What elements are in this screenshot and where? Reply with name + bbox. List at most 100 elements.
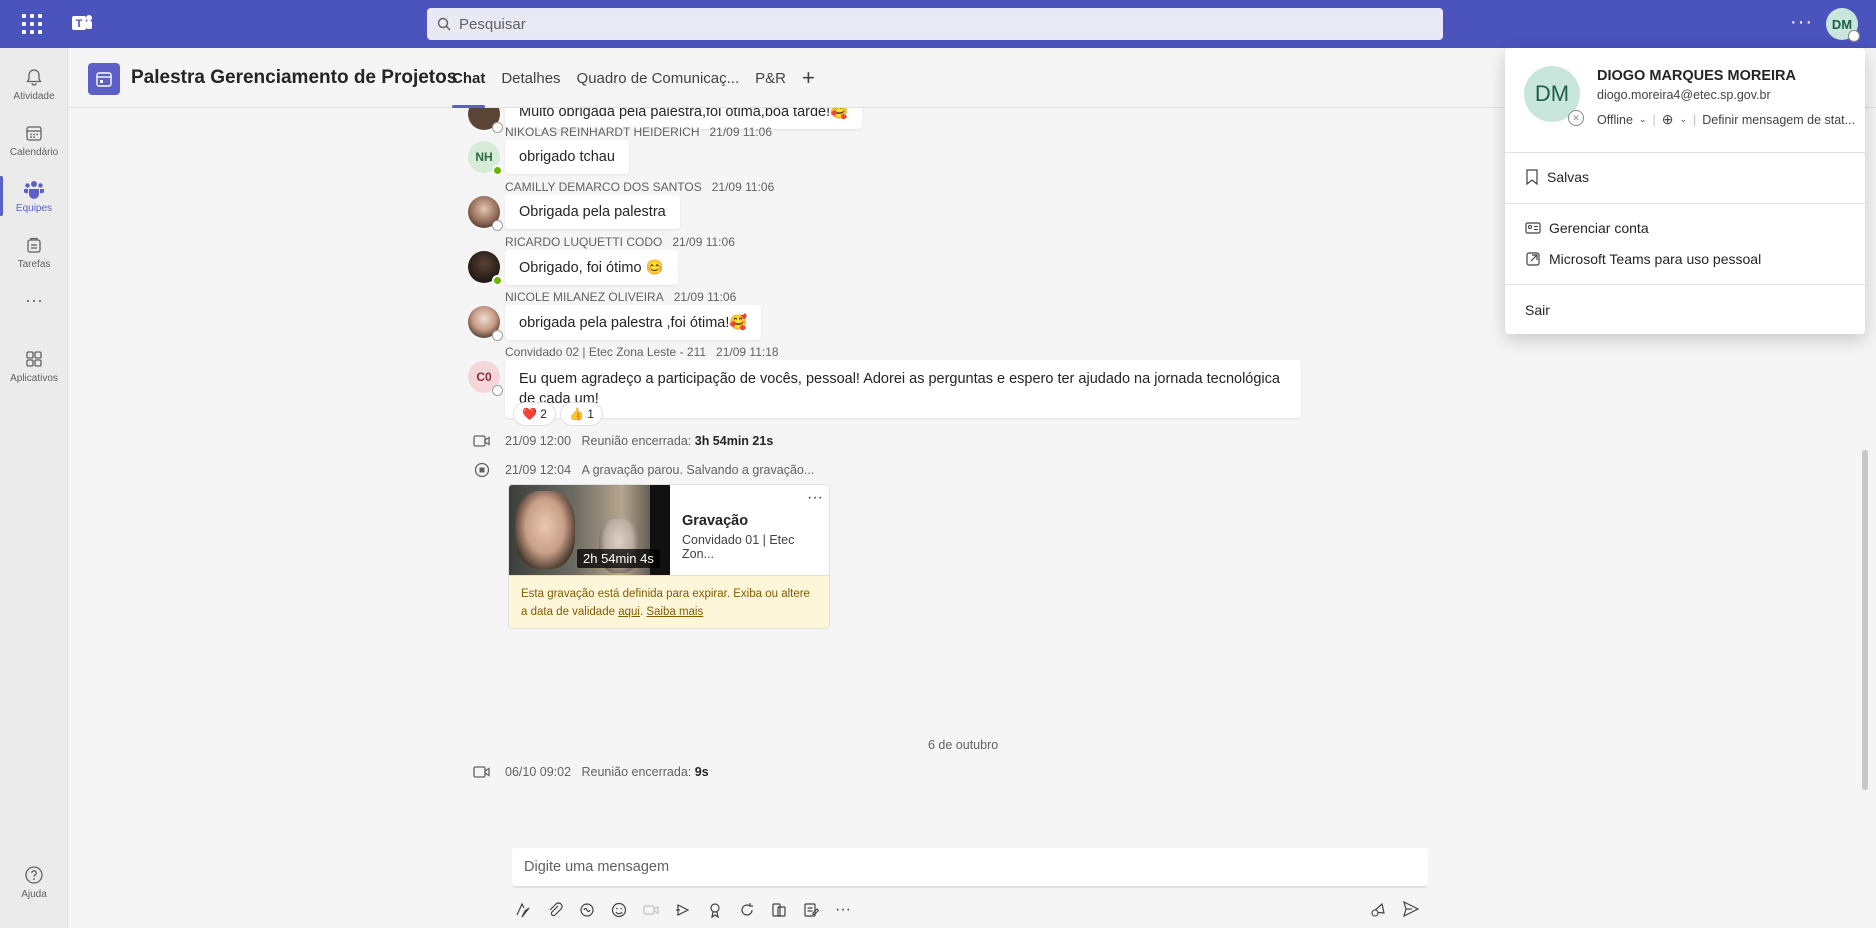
more-options-icon[interactable]: ··· (832, 899, 854, 921)
meet-now-icon (640, 899, 662, 921)
office-icon[interactable] (768, 899, 790, 921)
message-meta: Convidado 02 | Etec Zona Leste - 211 21/… (505, 345, 779, 359)
search-placeholder: Pesquisar (459, 15, 526, 33)
rail-item-calendar[interactable]: Calendário (0, 112, 68, 168)
system-text: Reunião encerrada: (581, 434, 692, 448)
thumbnail-person (515, 491, 575, 569)
message-bubble[interactable]: obrigado tchau (505, 140, 629, 174)
status-online-icon (492, 165, 503, 176)
more-icon: ··· (25, 289, 43, 310)
rail-item-apps[interactable]: Aplicativos (0, 338, 68, 394)
system-time: 21/09 12:00 (505, 434, 572, 448)
tab-whiteboard[interactable]: Quadro de Comunicaç... (569, 48, 748, 108)
reaction-heart[interactable]: ❤️ 2 (513, 402, 556, 426)
teams-icon (24, 180, 44, 199)
forms-icon[interactable] (800, 899, 822, 921)
chevron-down-icon: ⌄ (1638, 114, 1647, 124)
app-rail: Atividade Calendário Equipes Tarefas ···… (0, 48, 68, 928)
menu-item-manage-account[interactable]: Gerenciar conta (1525, 220, 1649, 236)
message-meta: RICARDO LUQUETTI CODO 21/09 11:06 (505, 235, 735, 249)
chat-scrollbar[interactable] (1862, 450, 1868, 790)
menu-label: Sair (1525, 302, 1550, 318)
menu-item-personal-teams[interactable]: Microsoft Teams para uso pessoal (1525, 251, 1761, 267)
tab-qa[interactable]: P&R (747, 48, 794, 108)
record-stop-icon (474, 462, 490, 478)
rail-more-button[interactable]: ··· (0, 272, 68, 328)
recording-title[interactable]: Gravação (682, 513, 748, 529)
message-author: NICOLE MILANEZ OLIVEIRA (505, 290, 664, 304)
schedule-send-icon[interactable] (1368, 898, 1390, 920)
menu-label: Gerenciar conta (1549, 220, 1649, 236)
system-text: Reunião encerrada: (581, 765, 692, 779)
tab-details[interactable]: Detalhes (493, 48, 568, 108)
search-icon (437, 17, 451, 31)
profile-avatar[interactable]: DM ✕ (1524, 66, 1584, 126)
svg-text:T: T (76, 18, 83, 30)
praise-icon[interactable] (704, 899, 726, 921)
recording-duration: 2h 54min 4s (577, 549, 660, 568)
message-bubble[interactable]: Obrigado, foi ótimo 😊 (505, 250, 678, 285)
refresh-icon[interactable] (736, 899, 758, 921)
message-time: 21/09 11:06 (673, 290, 737, 304)
location-add-icon[interactable]: ⊕ (1662, 111, 1674, 128)
format-icon[interactable] (512, 899, 534, 921)
avatar[interactable] (468, 196, 503, 231)
message-bubble[interactable]: Obrigada pela palestra (505, 195, 680, 229)
id-card-icon (1525, 222, 1541, 234)
rail-label-help: Ajuda (21, 888, 47, 900)
status-offline-icon: ✕ (1568, 110, 1584, 126)
heart-icon: ❤️ (522, 407, 537, 421)
avatar-initials: C0 (476, 370, 492, 384)
rail-label-activity: Atividade (13, 90, 55, 102)
settings-more-button[interactable]: ··· (1790, 12, 1813, 32)
recording-thumbnail[interactable]: 2h 54min 4s (509, 485, 670, 575)
compose-toolbar: ··· (512, 898, 854, 922)
message-bubble[interactable]: Eu quem agradeço a participação de vocês… (505, 360, 1301, 418)
bookmark-icon (1526, 169, 1538, 185)
message-meta: NICOLE MILANEZ OLIVEIRA 21/09 11:06 (505, 290, 736, 304)
avatar[interactable] (468, 306, 503, 341)
message-compose-input[interactable]: Digite uma mensagem (512, 848, 1428, 888)
avatar[interactable]: NH (468, 141, 503, 176)
search-input[interactable]: Pesquisar (427, 8, 1443, 40)
rail-item-teams[interactable]: Equipes (0, 168, 68, 224)
avatar[interactable]: C0 (468, 361, 503, 396)
video-camera-icon (473, 766, 490, 778)
recording-more-button[interactable]: ··· (807, 489, 823, 507)
menu-item-saved[interactable]: Salvas (1525, 169, 1589, 185)
add-tab-button[interactable]: + (794, 48, 823, 108)
status-offline-icon (492, 330, 503, 341)
rail-item-activity[interactable]: Atividade (0, 56, 68, 112)
menu-label: Salvas (1547, 169, 1590, 185)
profile-avatar-button[interactable]: DM (1826, 8, 1860, 42)
avatar[interactable] (468, 108, 503, 133)
avatar[interactable] (468, 251, 503, 286)
rail-item-help[interactable]: Ajuda (0, 854, 68, 910)
tab-chat[interactable]: Chat (444, 48, 493, 108)
attach-icon[interactable] (544, 899, 566, 921)
video-camera-icon (473, 435, 490, 447)
link-here[interactable]: aqui (618, 606, 640, 618)
emoji-icon[interactable] (608, 899, 630, 921)
send-icon[interactable] (1400, 898, 1422, 920)
recording-card[interactable]: 2h 54min 4s ··· Gravação Convidado 01 | … (508, 484, 830, 629)
set-status-message-button[interactable]: Definir mensagem de stat... (1702, 113, 1855, 127)
apps-icon (26, 350, 42, 367)
system-time: 06/10 09:02 (505, 765, 572, 779)
profile-initials: DM (1534, 81, 1570, 106)
stream-icon[interactable] (672, 899, 694, 921)
reaction-thumbs-up[interactable]: 👍 1 (560, 402, 603, 426)
recording-expiry-warning: Esta gravação está definida para expirar… (509, 575, 829, 628)
app-launcher-icon[interactable] (20, 12, 44, 36)
status-dropdown[interactable]: Offline (1597, 113, 1633, 127)
chevron-down-icon: ⌄ (1679, 114, 1687, 124)
meeting-chat-icon (88, 63, 120, 95)
message-bubble[interactable]: obrigada pela palestra ,foi ótima!🥰 (505, 305, 762, 340)
avatar-initials: NH (475, 150, 493, 164)
teams-logo-icon: T (72, 15, 92, 30)
loop-icon[interactable] (576, 899, 598, 921)
learn-more-link[interactable]: Saiba mais (646, 606, 703, 618)
reaction-count: 2 (540, 407, 547, 421)
status-online-icon (492, 275, 503, 286)
menu-item-sign-out[interactable]: Sair (1525, 302, 1550, 318)
